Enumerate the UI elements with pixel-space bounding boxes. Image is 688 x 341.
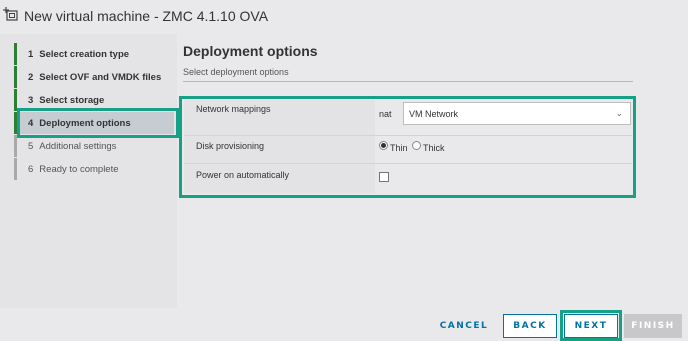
window-title: New virtual machine - ZMC 4.1.10 OVA [24, 8, 269, 24]
power-on-label: Power on automatically [196, 170, 290, 180]
page-title: Deployment options [183, 43, 318, 59]
step-select-creation-type[interactable]: 1 Select creation type [14, 43, 174, 65]
next-button[interactable]: NEXT [564, 314, 618, 338]
step-ready-to-complete: 6 Ready to complete [14, 158, 174, 180]
finish-button: FINISH [624, 314, 682, 338]
network-mappings-label: Network mappings [196, 104, 271, 114]
divider [183, 81, 633, 82]
power-on-checkbox[interactable] [379, 172, 389, 182]
step-select-ovf-vmdk[interactable]: 2 Select OVF and VMDK files [14, 66, 174, 88]
thin-radio[interactable] [379, 141, 388, 150]
step-deployment-options[interactable]: 4 Deployment options [14, 112, 174, 134]
network-select-value: VM Network [409, 109, 459, 119]
chevron-down-icon: ⌄ [615, 108, 623, 118]
new-vm-icon [2, 6, 20, 24]
step-additional-settings: 5 Additional settings [14, 135, 174, 157]
thin-radio-label: Thin [390, 143, 408, 153]
row-divider [184, 135, 632, 136]
disk-provisioning-label: Disk provisioning [196, 141, 265, 151]
row-divider [184, 163, 632, 164]
thick-radio-label: Thick [423, 143, 445, 153]
back-button[interactable]: BACK [503, 314, 557, 338]
title-bar: New virtual machine - ZMC 4.1.10 OVA [0, 0, 688, 34]
network-select[interactable]: VM Network ⌄ [403, 102, 631, 125]
thick-radio[interactable] [412, 141, 421, 150]
network-source-label: nat [379, 109, 392, 119]
cancel-button[interactable]: CANCEL [436, 314, 492, 338]
step-select-storage[interactable]: 3 Select storage [14, 89, 174, 111]
page-subtitle: Select deployment options [183, 67, 289, 77]
